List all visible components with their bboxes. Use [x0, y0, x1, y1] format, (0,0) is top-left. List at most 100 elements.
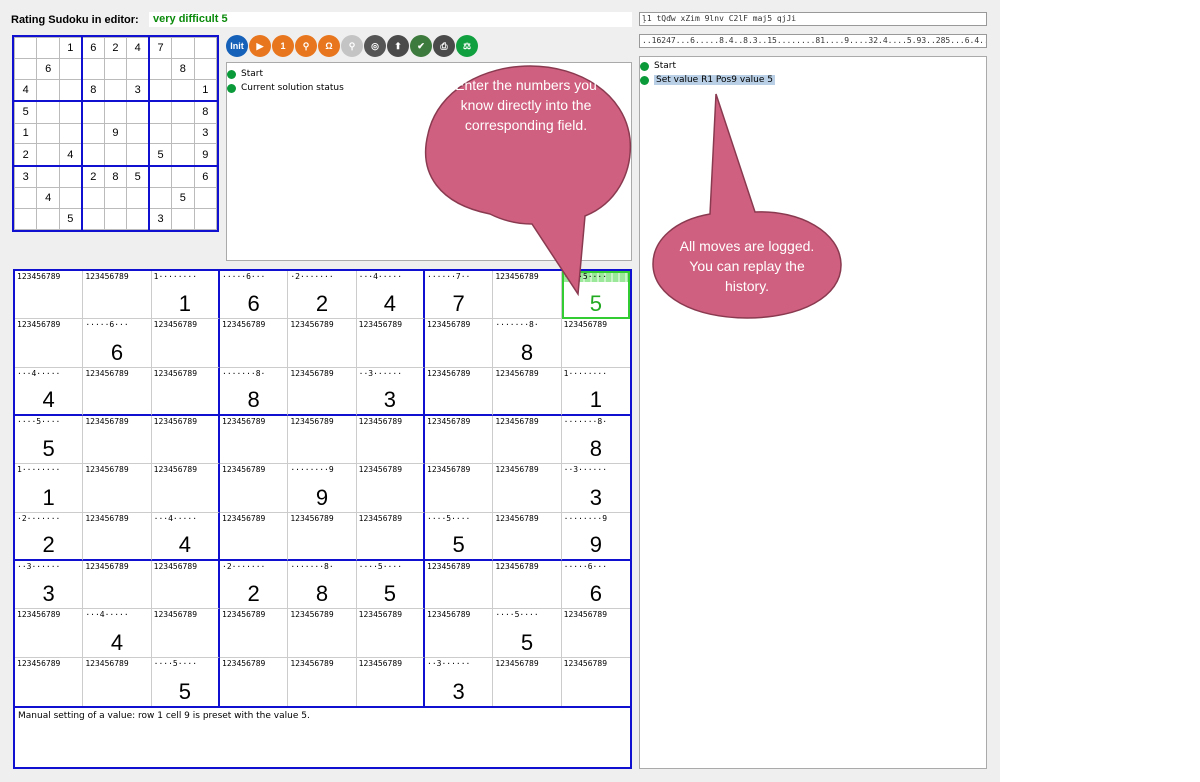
sudoku-cell[interactable]: 123456789 — [357, 657, 425, 706]
mini-cell[interactable] — [36, 164, 60, 189]
mini-cell[interactable] — [171, 100, 195, 124]
sudoku-cell[interactable]: 123456789 — [151, 319, 220, 368]
mini-cell[interactable]: 4 — [13, 78, 38, 102]
mini-cell[interactable] — [58, 122, 83, 145]
sudoku-cell[interactable]: 123456789 — [493, 512, 562, 561]
sudoku-cell[interactable]: ········9 9 — [288, 464, 357, 513]
sudoku-cell[interactable]: 123456789 — [288, 609, 357, 658]
sudoku-cell[interactable]: 123456789 — [288, 415, 357, 465]
sudoku-cell[interactable]: 123456789 — [151, 609, 220, 658]
mini-cell[interactable] — [126, 122, 150, 145]
mini-cell[interactable] — [193, 187, 217, 209]
mini-cell[interactable] — [58, 100, 83, 124]
mini-cell[interactable] — [80, 100, 105, 124]
mini-cell[interactable] — [193, 37, 217, 59]
mini-cell[interactable]: 6 — [193, 164, 217, 189]
sudoku-cell[interactable]: 123456789 — [288, 512, 357, 561]
sudoku-cell[interactable]: 123456789 — [493, 415, 562, 465]
sudoku-cell[interactable]: ·2······· 2 — [220, 560, 289, 610]
mini-cell[interactable] — [103, 208, 128, 230]
sudoku-cell[interactable]: ·······8· 8 — [220, 367, 289, 416]
sudoku-cell[interactable]: ········9 9 — [561, 513, 630, 561]
mini-cell[interactable]: 1 — [58, 37, 83, 59]
mini-cell[interactable]: 8 — [171, 57, 195, 80]
mini-cell[interactable]: 8 — [80, 78, 105, 102]
sudoku-cell[interactable]: 123456789 — [425, 367, 494, 416]
mini-cell[interactable]: 2 — [80, 164, 105, 189]
sudoku-cell[interactable]: ···4····· 4 — [15, 367, 84, 416]
mini-cell[interactable] — [148, 100, 173, 124]
mini-cell[interactable]: 5 — [126, 164, 150, 189]
sudoku-cell[interactable]: ··3······ 3 — [561, 464, 630, 513]
mini-cell[interactable]: 9 — [103, 122, 128, 145]
sudoku-cell[interactable]: ··3······ 3 — [15, 560, 84, 610]
sudoku-cell[interactable]: 123456789 — [220, 319, 289, 368]
sudoku-cell[interactable]: ··3······ 3 — [356, 367, 425, 416]
mini-cell[interactable] — [193, 208, 217, 230]
export-icon[interactable]: ⬆ — [387, 35, 409, 57]
sudoku-cell[interactable]: 123456789 — [562, 658, 630, 706]
sudoku-cell[interactable]: 123456789 — [83, 657, 152, 706]
globe-icon[interactable]: ◎ — [364, 35, 386, 57]
sudoku-cell[interactable]: 123456789 — [425, 609, 494, 658]
sudoku-cell[interactable]: 123456789 — [151, 415, 220, 465]
sudoku-cell[interactable]: 1········ 1 — [151, 271, 220, 320]
mini-cell[interactable]: 6 — [36, 57, 60, 80]
sudoku-cell[interactable]: 123456789 — [493, 367, 562, 416]
puzzle-code-field[interactable]: ļ1 tQďw xZim 9lnv C2lF maj5 qjJi — [639, 12, 987, 26]
mini-cell[interactable]: 4 — [36, 187, 60, 209]
sudoku-cell[interactable]: 123456789 — [493, 464, 562, 513]
sudoku-cell[interactable]: ·····6··· 6 — [561, 561, 630, 610]
mini-cell[interactable]: 9 — [193, 143, 217, 167]
mini-cell[interactable]: 5 — [58, 208, 83, 230]
mini-cell[interactable] — [13, 187, 38, 209]
mini-cell[interactable] — [103, 78, 128, 102]
mini-cell[interactable] — [171, 122, 195, 145]
sudoku-cell[interactable]: ·······8· 8 — [493, 319, 562, 368]
sudoku-cell[interactable]: 123456789 — [356, 415, 425, 465]
sudoku-cell[interactable]: ·····6··· 6 — [83, 319, 152, 368]
mini-cell[interactable]: 5 — [148, 143, 173, 167]
sudoku-cell[interactable]: 123456789 — [83, 367, 152, 416]
sudoku-cell[interactable]: ···4····· 4 — [356, 271, 425, 320]
step-one-icon[interactable]: 1 — [272, 35, 294, 57]
sudoku-cell[interactable]: 123456789 — [425, 415, 494, 465]
mini-cell[interactable]: 5 — [171, 187, 195, 209]
mini-cell[interactable] — [103, 57, 128, 80]
mini-cell[interactable] — [171, 37, 195, 59]
sudoku-cell[interactable]: ····5···· 5 — [493, 609, 562, 658]
mini-cell[interactable] — [36, 143, 60, 167]
mini-cell[interactable]: 7 — [148, 37, 173, 59]
mini-cell[interactable]: 3 — [126, 78, 150, 102]
mini-cell[interactable]: 1 — [193, 78, 217, 102]
mini-cell[interactable]: 4 — [126, 37, 150, 59]
mini-cell[interactable] — [126, 100, 150, 124]
sudoku-cell[interactable]: 123456789 — [83, 271, 152, 320]
mini-cell[interactable] — [126, 208, 150, 230]
walk-icon[interactable]: ⚲ — [295, 35, 317, 57]
sudoku-cell[interactable]: 123456789 — [425, 560, 494, 610]
mini-cell[interactable]: 5 — [13, 100, 38, 124]
mini-cell[interactable]: 6 — [80, 37, 105, 59]
play-icon[interactable]: ▶ — [249, 35, 271, 57]
balance-icon[interactable]: ⚖ — [456, 35, 478, 57]
mini-cell[interactable] — [148, 78, 173, 102]
mini-cell[interactable] — [80, 57, 105, 80]
sudoku-cell[interactable]: 1········ 1 — [561, 368, 630, 416]
mini-cell[interactable] — [58, 78, 83, 102]
sudoku-cell[interactable]: ····5···· 5 — [356, 560, 425, 610]
mini-cell[interactable] — [103, 143, 128, 167]
mini-cell[interactable]: 1 — [13, 122, 38, 145]
sudoku-cell[interactable]: 123456789 — [493, 560, 562, 610]
sudoku-cell[interactable]: 123456789 — [220, 657, 289, 706]
mini-cell[interactable]: 3 — [193, 122, 217, 145]
sudoku-cell[interactable]: 123456789 — [288, 657, 357, 706]
mini-cell[interactable] — [171, 78, 195, 102]
mini-cell[interactable] — [36, 208, 60, 230]
mini-cell[interactable] — [148, 187, 173, 209]
mini-cell[interactable] — [80, 122, 105, 145]
sudoku-cell[interactable]: ··3······ 3 — [425, 657, 494, 706]
mini-cell[interactable]: 3 — [148, 208, 173, 230]
mini-cell[interactable]: 8 — [193, 100, 217, 124]
sudoku-cell[interactable]: 123456789 — [493, 657, 562, 706]
